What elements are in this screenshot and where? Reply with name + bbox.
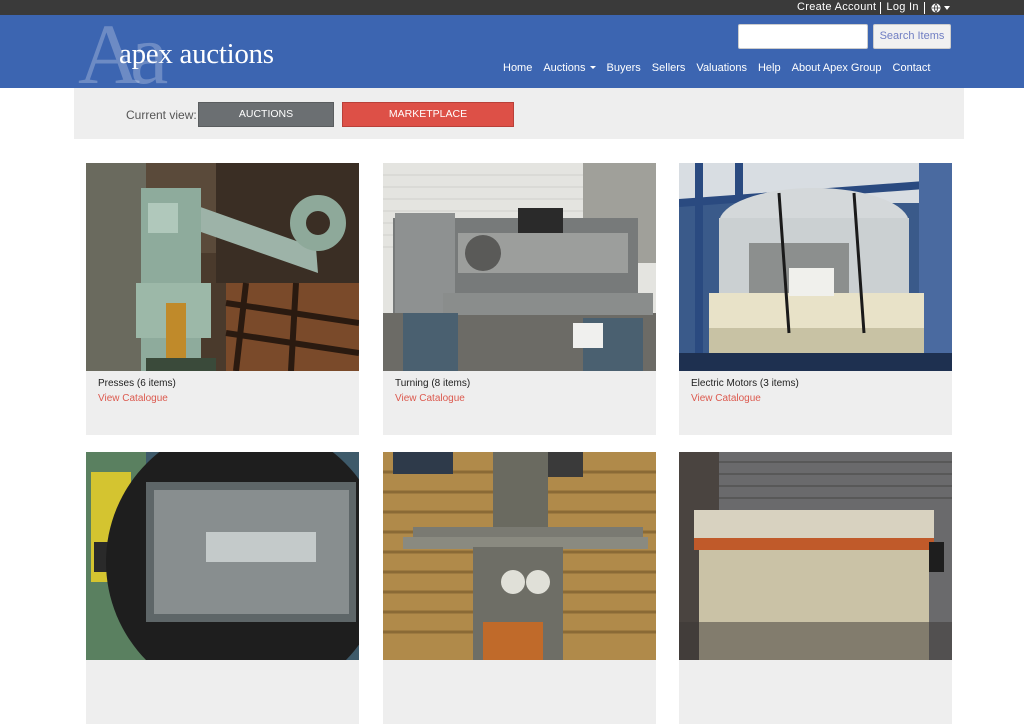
search-button[interactable]: Search Items	[873, 24, 951, 49]
view-catalogue-link[interactable]: View Catalogue	[691, 393, 761, 404]
catalogue-image-motor-plate[interactable]	[86, 452, 359, 660]
topbar-divider	[923, 1, 925, 14]
view-catalogue-link[interactable]: View Catalogue	[395, 393, 465, 404]
nav-about[interactable]: About Apex Group	[792, 62, 882, 74]
card-title: Electric Motors (3 items)	[691, 378, 799, 389]
nav-sellers[interactable]: Sellers	[652, 62, 686, 74]
catalogue-card[interactable]: Turning (8 items) View Catalogue	[383, 163, 656, 435]
catalogue-image-guillotine[interactable]	[679, 452, 952, 660]
current-view-label: Current view:	[126, 108, 197, 122]
nav-contact[interactable]: Contact	[893, 62, 931, 74]
card-title: Turning (8 items)	[395, 378, 471, 389]
nav-home[interactable]: Home	[503, 62, 532, 74]
catalogue-image-milling[interactable]	[383, 452, 656, 660]
nav-help[interactable]: Help	[758, 62, 781, 74]
view-catalogue-link[interactable]: View Catalogue	[98, 393, 168, 404]
catalogue-card[interactable]: Presses (6 items) View Catalogue	[86, 163, 359, 435]
chevron-down-icon	[943, 5, 950, 10]
catalogue-card[interactable]: Electric Motors (3 items) View Catalogue	[679, 163, 952, 435]
catalogue-card[interactable]	[383, 452, 656, 724]
log-in-link[interactable]: Log In	[881, 1, 923, 14]
catalogue-image-electric-motors[interactable]	[679, 163, 952, 371]
marketplace-view-button[interactable]: MARKETPLACE	[342, 102, 514, 127]
auctions-view-button[interactable]: AUCTIONS	[198, 102, 334, 127]
catalogue-image-turning[interactable]	[383, 163, 656, 371]
nav-auctions[interactable]: Auctions	[543, 62, 596, 74]
main-nav: Home Auctions Buyers Sellers Valuations …	[503, 62, 941, 74]
top-utility-bar: Create Account Log In	[0, 0, 1024, 15]
card-title: Presses (6 items)	[98, 378, 176, 389]
current-view-bar: Current view: AUCTIONS MARKETPLACE	[74, 88, 964, 139]
create-account-link[interactable]: Create Account	[797, 1, 880, 14]
language-menu[interactable]	[931, 3, 950, 13]
globe-icon	[931, 3, 941, 12]
caret-down-icon	[589, 66, 596, 69]
nav-valuations[interactable]: Valuations	[696, 62, 747, 74]
logo-text[interactable]: apex auctions	[119, 38, 274, 71]
nav-buyers[interactable]: Buyers	[607, 62, 641, 74]
nav-auctions-label: Auctions	[543, 62, 586, 74]
site-header: Aa apex auctions Search Items Home Aucti…	[0, 15, 1024, 88]
catalogue-card[interactable]	[86, 452, 359, 724]
catalogue-image-presses[interactable]	[86, 163, 359, 371]
search-input[interactable]	[738, 24, 868, 49]
catalogue-card[interactable]	[679, 452, 952, 724]
